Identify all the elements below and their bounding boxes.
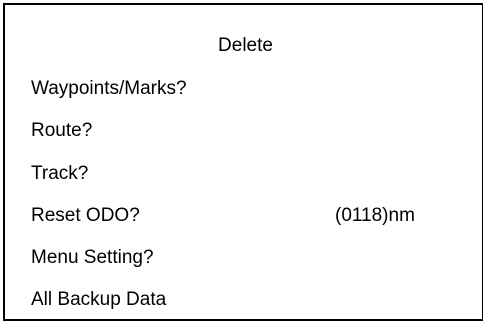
menu-item-label: Waypoints/Marks? [31,78,187,99]
menu-item-track[interactable]: Track? [31,161,482,187]
menu-item-label: Menu Setting? [31,247,154,268]
menu-item-reset-odo[interactable]: Reset ODO? (0118)nm [31,203,482,229]
menu-item-waypoints-marks[interactable]: Waypoints/Marks? [31,76,482,102]
menu-item-label: Route? [31,120,93,141]
menu-item-menu-setting[interactable]: Menu Setting? [31,245,482,271]
menu-item-label: Track? [31,163,89,184]
menu-item-route[interactable]: Route? [31,118,482,144]
menu-item-label: All Backup Data [31,289,167,310]
menu-title: Delete [218,35,273,56]
menu-item-label: Reset ODO? [31,205,140,226]
menu-item-all-backup-data[interactable]: All Backup Data [31,287,482,313]
delete-menu-panel: Delete Waypoints/Marks? Route? Track? Re… [3,3,483,321]
odometer-value: (0118)nm [335,205,415,226]
